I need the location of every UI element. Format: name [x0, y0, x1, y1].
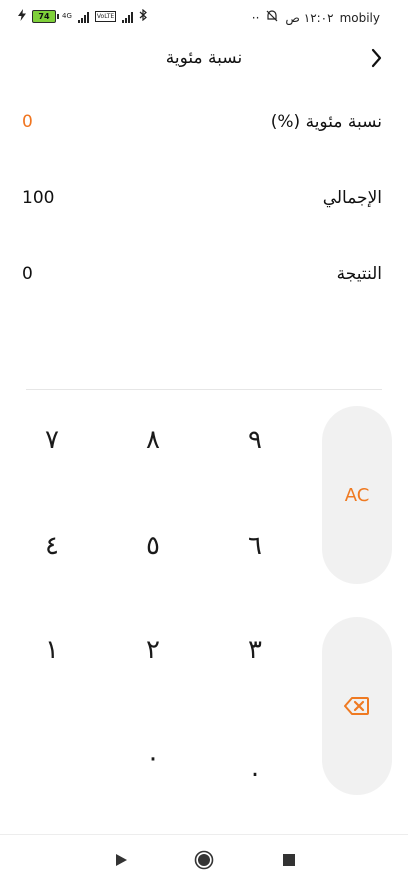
percent-label: نسبة مئوية (%)	[270, 112, 382, 132]
result-field: النتيجة 0	[0, 256, 408, 296]
key-2[interactable]: ٢	[113, 620, 193, 680]
key-1[interactable]: ١	[12, 620, 92, 680]
battery-icon: 74	[32, 10, 59, 23]
stop-icon	[283, 854, 295, 866]
status-bar: 74 4G VoLTE ·· ١٢:٠٢ ص mobily	[0, 0, 408, 36]
key-8[interactable]: ٨	[113, 410, 193, 470]
network-type-label: 4G	[62, 12, 72, 20]
total-value[interactable]: 100	[22, 188, 54, 208]
chevron-right-icon	[371, 48, 382, 68]
clear-button[interactable]: AC	[322, 406, 392, 584]
backspace-icon	[344, 697, 369, 715]
key-4[interactable]: ٤	[12, 516, 92, 576]
key-3[interactable]: ٣	[215, 620, 295, 680]
result-value: 0	[22, 264, 33, 284]
play-icon	[116, 854, 127, 866]
key-7[interactable]: ٧	[12, 410, 92, 470]
dnd-muted-icon	[265, 9, 279, 26]
record-button[interactable]	[191, 847, 217, 873]
backspace-button[interactable]	[322, 617, 392, 795]
signal-icon-2	[122, 11, 134, 23]
battery-level: 74	[38, 12, 50, 21]
percent-value[interactable]: 0	[22, 112, 33, 132]
notification-dots: ··	[251, 10, 260, 25]
percent-field[interactable]: نسبة مئوية (%) 0	[0, 104, 408, 144]
bluetooth-icon	[139, 8, 148, 24]
key-6[interactable]: ٦	[215, 516, 295, 576]
result-label: النتيجة	[336, 264, 382, 284]
key-decimal[interactable]: .	[215, 738, 295, 798]
key-9[interactable]: ٩	[215, 410, 295, 470]
network-indicator: 4G	[62, 13, 72, 20]
volte-badge: VoLTE	[94, 11, 117, 22]
stop-button[interactable]	[276, 847, 302, 873]
record-icon	[194, 850, 214, 870]
signal-icon	[77, 11, 89, 23]
status-left-group: 74 4G VoLTE	[18, 8, 148, 24]
key-0[interactable]: ٠	[113, 728, 193, 788]
app-header: نسبة مئوية	[0, 36, 408, 84]
page-title: نسبة مئوية	[165, 48, 243, 68]
carrier-name: mobily	[339, 10, 380, 25]
total-field[interactable]: الإجمالي 100	[0, 180, 408, 220]
navigation-bar	[0, 835, 408, 884]
total-label: الإجمالي	[322, 188, 382, 208]
key-5[interactable]: ٥	[113, 516, 193, 576]
play-button[interactable]	[108, 847, 134, 873]
clear-button-label: AC	[344, 484, 370, 506]
charging-icon	[18, 9, 26, 24]
back-button[interactable]	[364, 46, 388, 70]
status-time: ١٢:٠٢ ص	[285, 10, 334, 25]
divider	[26, 389, 382, 390]
status-right-group: ·· ١٢:٠٢ ص mobily	[252, 9, 380, 26]
